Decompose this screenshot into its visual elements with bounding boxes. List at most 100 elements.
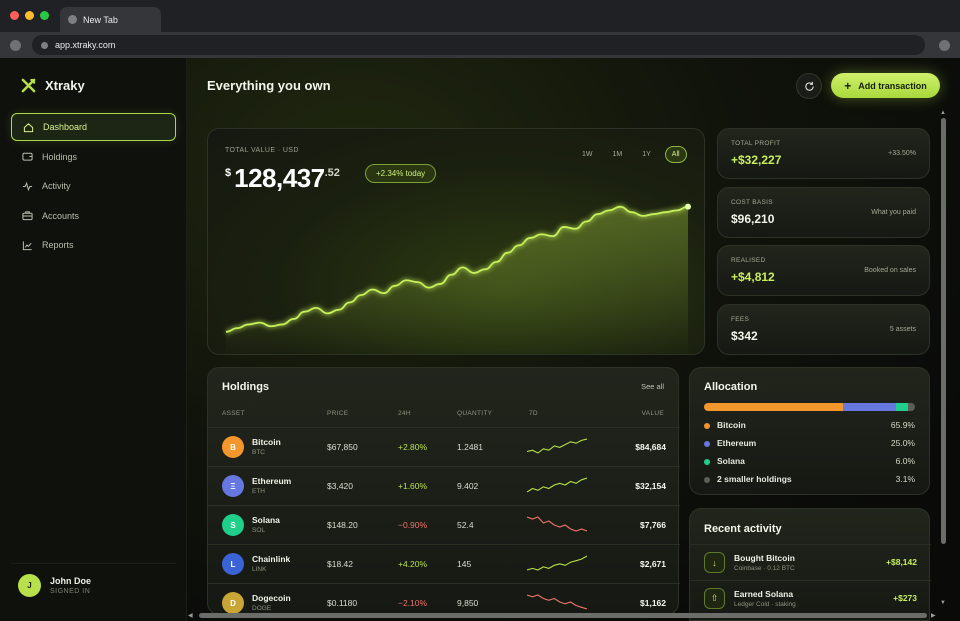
home-icon	[23, 122, 34, 132]
sidebar-item-accounts[interactable]: Accounts	[11, 202, 176, 230]
legend-dot	[704, 459, 710, 465]
vertical-scrollbar[interactable]: ▲ ▼	[938, 110, 949, 613]
stat-value: +$4,812	[731, 270, 775, 284]
asset-value: $2,671	[640, 559, 666, 569]
column-value[interactable]: VALUE	[642, 410, 664, 417]
allocation-percent: 6.0%	[895, 456, 915, 466]
allocation-label: Bitcoin	[717, 420, 746, 430]
extensions-button[interactable]	[939, 40, 950, 51]
asset-change: −0.90%	[398, 520, 428, 530]
legend-dot	[704, 477, 710, 483]
daily-change-badge: +2.34% today	[365, 164, 437, 183]
asset-value: $1,162	[640, 598, 666, 608]
activity-title: Bought Bitcoin	[734, 553, 795, 563]
holdings-title: Holdings	[222, 381, 270, 393]
asset-quantity: 1.2481	[457, 442, 483, 452]
currency-symbol: $	[225, 167, 232, 179]
asset-change: +1.60%	[398, 481, 428, 491]
recent-activity-card: Recent activity ↓ Bought Bitcoin Coinbase …	[689, 508, 931, 621]
add-transaction-label: Add transaction	[858, 80, 927, 91]
table-row[interactable]: L Chainlink LINK $18.42 +4.20% 145 $2,671	[208, 544, 680, 583]
scroll-up-icon[interactable]: ▲	[940, 110, 946, 116]
user-status: SIGNED IN	[50, 588, 91, 595]
asset-value: $84,684	[635, 442, 666, 452]
sparkline-path	[527, 555, 587, 571]
legend-dot	[704, 441, 710, 447]
allocation-row: Solana 6.0%	[704, 456, 915, 468]
sidebar-item-reports[interactable]: Reports	[11, 231, 176, 259]
range-selector: 1W 1M 1Y All	[576, 146, 687, 163]
scroll-left-icon[interactable]: ◀	[188, 612, 193, 619]
stat-card-fees: FEES $342 5 assets	[717, 304, 930, 355]
stat-label: REALISED	[731, 257, 766, 264]
scrollbar-thumb[interactable]	[941, 118, 946, 544]
column-price[interactable]: PRICE	[327, 410, 348, 417]
allocation-percent: 3.1%	[895, 474, 915, 484]
minimize-window-button[interactable]	[25, 11, 34, 20]
stat-note: What you paid	[871, 209, 916, 216]
brand[interactable]: Xtraky	[21, 78, 85, 93]
see-all-link[interactable]: See all	[641, 382, 664, 391]
sidebar-item-label: Accounts	[42, 210, 80, 221]
asset-ticker: BTC	[252, 449, 265, 456]
allocation-segment	[843, 403, 896, 411]
sidebar-item-dashboard[interactable]: Dashboard	[11, 113, 176, 141]
column-24h[interactable]: 24H	[398, 410, 411, 417]
coin-icon: B	[222, 436, 244, 458]
asset-price: $67,850	[327, 442, 358, 452]
chart-point	[685, 203, 691, 210]
asset-name: Dogecoin	[252, 593, 291, 603]
horizontal-scrollbar[interactable]: ◀ ▶	[187, 610, 938, 621]
maximize-window-button[interactable]	[40, 11, 49, 20]
range-1y-button[interactable]: 1Y	[636, 146, 657, 163]
column-quantity[interactable]: QUANTITY	[457, 410, 492, 417]
allocation-label: Ethereum	[717, 438, 757, 448]
range-all-button[interactable]: All	[664, 146, 687, 163]
asset-ticker: ETH	[252, 488, 265, 495]
activity-amount: +$273	[893, 593, 917, 603]
column-asset[interactable]: ASSET	[222, 410, 245, 417]
add-transaction-button[interactable]: + Add transaction	[831, 73, 940, 98]
sidebar-item-label: Holdings	[42, 151, 78, 162]
table-row[interactable]: B Bitcoin BTC $67,850 +2.80% 1.2481 $84,684	[208, 427, 680, 466]
sparkline	[527, 438, 587, 454]
column-7d[interactable]: 7D	[529, 410, 538, 417]
site-info-icon[interactable]	[41, 41, 48, 49]
sparkline-path	[527, 594, 587, 610]
logo-icon	[21, 78, 36, 93]
coin-icon: L	[222, 553, 244, 575]
asset-quantity: 52.4	[457, 520, 474, 530]
globe-icon	[68, 15, 77, 24]
asset-price: $148.20	[327, 520, 358, 530]
sidebar-item-holdings[interactable]: Holdings	[11, 143, 176, 171]
browser-tab[interactable]: New Tab	[60, 7, 161, 32]
asset-change: +4.20%	[398, 559, 428, 569]
portfolio-value-card: TOTAL VALUE · USD $ 128,437 .52 +2.34% t…	[207, 128, 705, 356]
allocation-percent: 25.0%	[890, 438, 915, 448]
scroll-right-icon[interactable]: ▶	[931, 612, 936, 619]
asset-name: Solana	[252, 515, 280, 525]
allocation-segment	[908, 403, 915, 411]
sparkline	[527, 477, 587, 493]
user-profile[interactable]: J John Doe SIGNED IN	[18, 574, 91, 597]
activity-item[interactable]: ↓ Bought Bitcoin Coinbase · 0.12 BTC +$8,14…	[690, 544, 931, 580]
url-field[interactable]: app.xtraky.com	[32, 35, 925, 55]
range-1w-button[interactable]: 1W	[576, 146, 599, 163]
sidebar-item-activity[interactable]: Activity	[11, 172, 176, 200]
back-button[interactable]	[10, 40, 21, 51]
sidebar-item-label: Reports	[42, 240, 74, 250]
stat-card-realised: REALISED +$4,812 Booked on sales	[717, 245, 930, 296]
asset-price: $0.1180	[327, 598, 358, 608]
scroll-down-icon[interactable]: ▼	[940, 600, 946, 606]
stat-label: TOTAL PROFIT	[731, 140, 781, 147]
table-row[interactable]: S Solana SOL $148.20 −0.90% 52.4 $7,766	[208, 505, 680, 544]
stake-icon: ⇧	[704, 588, 725, 609]
refresh-button[interactable]	[796, 73, 822, 99]
activity-amount: +$8,142	[886, 557, 917, 567]
table-row[interactable]: Ξ Ethereum ETH $3,420 +1.60% 9.402 $32,154	[208, 466, 680, 505]
horizontal-scrollbar-thumb[interactable]	[199, 613, 927, 618]
asset-value: $7,766	[640, 520, 666, 530]
stat-value: $342	[731, 329, 758, 343]
range-1m-button[interactable]: 1M	[607, 146, 629, 163]
close-window-button[interactable]	[10, 11, 19, 20]
